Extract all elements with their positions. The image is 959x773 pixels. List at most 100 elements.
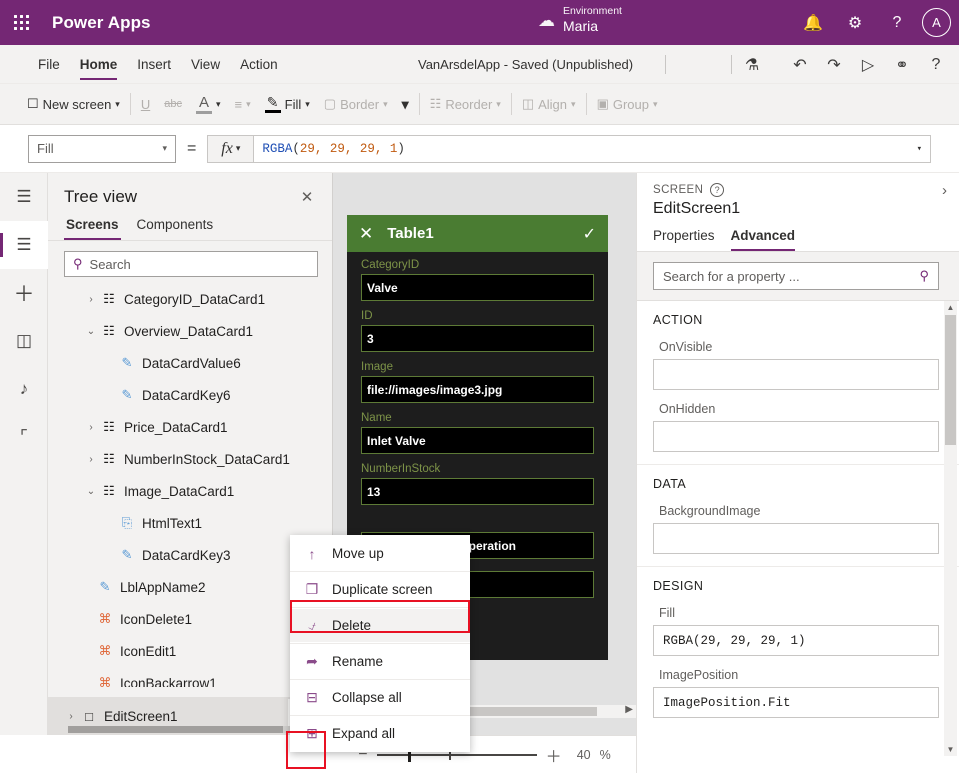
context-menu-item-collapse-all[interactable]: ⊟ Collapse all xyxy=(290,681,470,714)
context-menu-item-move-up[interactable]: ↑ Move up xyxy=(290,537,470,570)
menu-item-view[interactable]: View xyxy=(181,45,230,84)
scroll-up-icon[interactable]: ▲ xyxy=(944,301,957,314)
chevron-down-icon[interactable]: ▾ xyxy=(917,144,922,154)
context-menu-label: Move up xyxy=(332,546,384,561)
field-label: NumberInStock xyxy=(361,463,441,475)
properties-vertical-scrollbar[interactable]: ▲ ▼ xyxy=(944,301,957,756)
zoom-in-button[interactable]: ＋ xyxy=(546,743,562,767)
field-input[interactable]: 13 xyxy=(361,478,594,505)
environment-label: Environment xyxy=(563,5,622,17)
menu-item-home[interactable]: Home xyxy=(70,45,128,84)
field-input[interactable]: Inlet Valve xyxy=(361,427,594,454)
tab-components[interactable]: Components xyxy=(135,213,216,240)
checkmark-icon[interactable]: ✓ xyxy=(583,224,596,244)
environment-selector[interactable]: ☁ Environment Maria xyxy=(538,5,622,36)
top-bar-actions: 🔔 ⚙ ? A xyxy=(794,0,951,45)
align-text-button[interactable]: ≡ ▾ xyxy=(228,84,258,125)
tree-horizontal-scrollbar[interactable] xyxy=(68,726,326,733)
context-menu-item-expand-all[interactable]: ⊞ Expand all xyxy=(290,717,470,750)
formula-input[interactable]: RGBA(29, 29, 29, 1) ▾ xyxy=(253,134,931,163)
underline-icon: U xyxy=(140,96,151,112)
media-icon[interactable]: ♪ xyxy=(0,365,48,413)
label-icon: ✎ xyxy=(121,355,133,370)
font-color-icon: A xyxy=(198,93,209,111)
property-input[interactable] xyxy=(653,421,939,452)
undo-icon[interactable]: ↶ xyxy=(783,45,817,84)
properties-list[interactable]: ACTION OnVisible OnHidden DATA Backgroun… xyxy=(637,301,959,756)
fx-button[interactable]: fx ▾ xyxy=(207,134,254,163)
preview-icon[interactable]: ▷ xyxy=(851,45,885,84)
chevron-right-icon[interactable]: › xyxy=(84,454,98,465)
field-input[interactable]: file://images/image3.jpg xyxy=(361,376,594,403)
property-input[interactable] xyxy=(653,359,939,390)
menu-item-action[interactable]: Action xyxy=(230,45,288,84)
question-circle-icon[interactable]: ? xyxy=(710,183,725,197)
menu-item-insert[interactable]: Insert xyxy=(127,45,181,84)
property-input[interactable]: ImagePosition.Fit xyxy=(653,687,939,718)
tab-properties[interactable]: Properties xyxy=(653,228,715,251)
tree-node[interactable]: › ☷ CategoryID_DataCard1 xyxy=(48,283,332,315)
context-menu-item-duplicate-screen[interactable]: ❐ Duplicate screen xyxy=(290,573,470,606)
fill-button[interactable]: ✎ Fill ▾ xyxy=(258,84,317,125)
field-input[interactable]: Valve xyxy=(361,274,594,301)
chevron-right-icon[interactable]: › xyxy=(942,182,947,199)
share-icon[interactable]: ⚭ xyxy=(885,45,919,84)
advanced-tools-icon[interactable]: ⌜ xyxy=(0,413,48,461)
context-menu-item-rename[interactable]: ➦ Rename xyxy=(290,645,470,678)
close-icon[interactable]: ✕ xyxy=(296,188,318,206)
context-menu-item-delete[interactable]: ⍻ Delete xyxy=(290,609,470,642)
app-checker-icon[interactable]: ⚗ xyxy=(735,45,769,84)
gear-icon[interactable]: ⚙ xyxy=(836,4,874,42)
field-input[interactable]: 3 xyxy=(361,325,594,352)
avatar[interactable]: A xyxy=(922,8,951,37)
font-color-button[interactable]: A ▾ xyxy=(189,84,228,125)
brand-title[interactable]: Power Apps xyxy=(52,13,151,33)
screen-context-menu[interactable]: ↑ Move up ❐ Duplicate screen ⍻ Delete ➦ … xyxy=(290,535,470,752)
strikethrough-button[interactable]: abc xyxy=(157,84,189,125)
chevron-right-icon[interactable]: › xyxy=(64,711,78,722)
tree-node[interactable]: › ☷ NumberInStock_DataCard1 xyxy=(48,443,332,475)
app-launcher-icon[interactable] xyxy=(0,14,44,31)
tab-screens[interactable]: Screens xyxy=(64,213,121,240)
menu-item-file[interactable]: File xyxy=(28,45,70,84)
property-label: ImagePosition xyxy=(659,668,739,682)
property-input[interactable]: RGBA(29, 29, 29, 1) xyxy=(653,625,939,656)
scrollbar-thumb[interactable] xyxy=(945,315,956,445)
tree-node[interactable]: ✎ DataCardValue6 xyxy=(48,347,332,379)
align-button[interactable]: ◫ Align ▾ xyxy=(515,84,583,125)
question-icon[interactable]: ? xyxy=(878,4,916,42)
tree-search-input[interactable]: ⚲ Search xyxy=(64,251,318,277)
help-icon[interactable]: ? xyxy=(919,45,953,84)
tree-view-icon[interactable]: ☰ xyxy=(0,221,48,269)
redo-icon[interactable]: ↷ xyxy=(817,45,851,84)
close-icon[interactable]: ✕ xyxy=(359,224,373,244)
tree-node[interactable]: ⌄ ☷ Image_DataCard1 xyxy=(48,475,332,507)
property-dropdown[interactable]: Fill ▾ xyxy=(28,134,176,163)
underline-button[interactable]: U xyxy=(134,84,157,125)
hamburger-menu-icon[interactable]: ☰ xyxy=(0,173,48,221)
tree-node[interactable]: ⌄ ☷ Overview_DataCard1 xyxy=(48,315,332,347)
chevron-down-icon[interactable]: ⌄ xyxy=(84,486,98,497)
chevron-right-icon[interactable]: ▶ xyxy=(625,704,633,715)
bell-icon[interactable]: 🔔 xyxy=(794,4,832,42)
property-search-input[interactable]: Search for a property ... ⚲ xyxy=(653,262,939,290)
property-input[interactable] xyxy=(653,523,939,554)
scroll-down-icon[interactable]: ▼ xyxy=(944,743,957,756)
new-screen-button[interactable]: ☐ New screen ▾ xyxy=(20,84,127,125)
tree-node[interactable]: ✎ DataCardKey6 xyxy=(48,379,332,411)
tab-advanced[interactable]: Advanced xyxy=(730,228,795,251)
insert-icon[interactable]: ＋ xyxy=(0,269,48,317)
more-options-button[interactable]: ▾ xyxy=(395,84,416,125)
reorder-button[interactable]: ☷ Reorder ▾ xyxy=(423,84,508,125)
tree-node[interactable]: › ☷ Price_DataCard1 xyxy=(48,411,332,443)
group-button[interactable]: ▣ Group ▾ xyxy=(590,84,665,125)
data-icon[interactable]: ◫ xyxy=(0,317,48,365)
property-field: OnVisible xyxy=(653,340,939,390)
border-button[interactable]: ▢ Border ▾ xyxy=(317,84,395,125)
screen-icon: □ xyxy=(85,708,93,724)
chevron-right-icon[interactable]: › xyxy=(84,294,98,305)
chevron-right-icon[interactable]: › xyxy=(84,422,98,433)
selected-control-name: EditScreen1 xyxy=(653,200,741,217)
property-section-action: ACTION OnVisible OnHidden xyxy=(637,301,959,465)
chevron-down-icon[interactable]: ⌄ xyxy=(84,326,98,337)
